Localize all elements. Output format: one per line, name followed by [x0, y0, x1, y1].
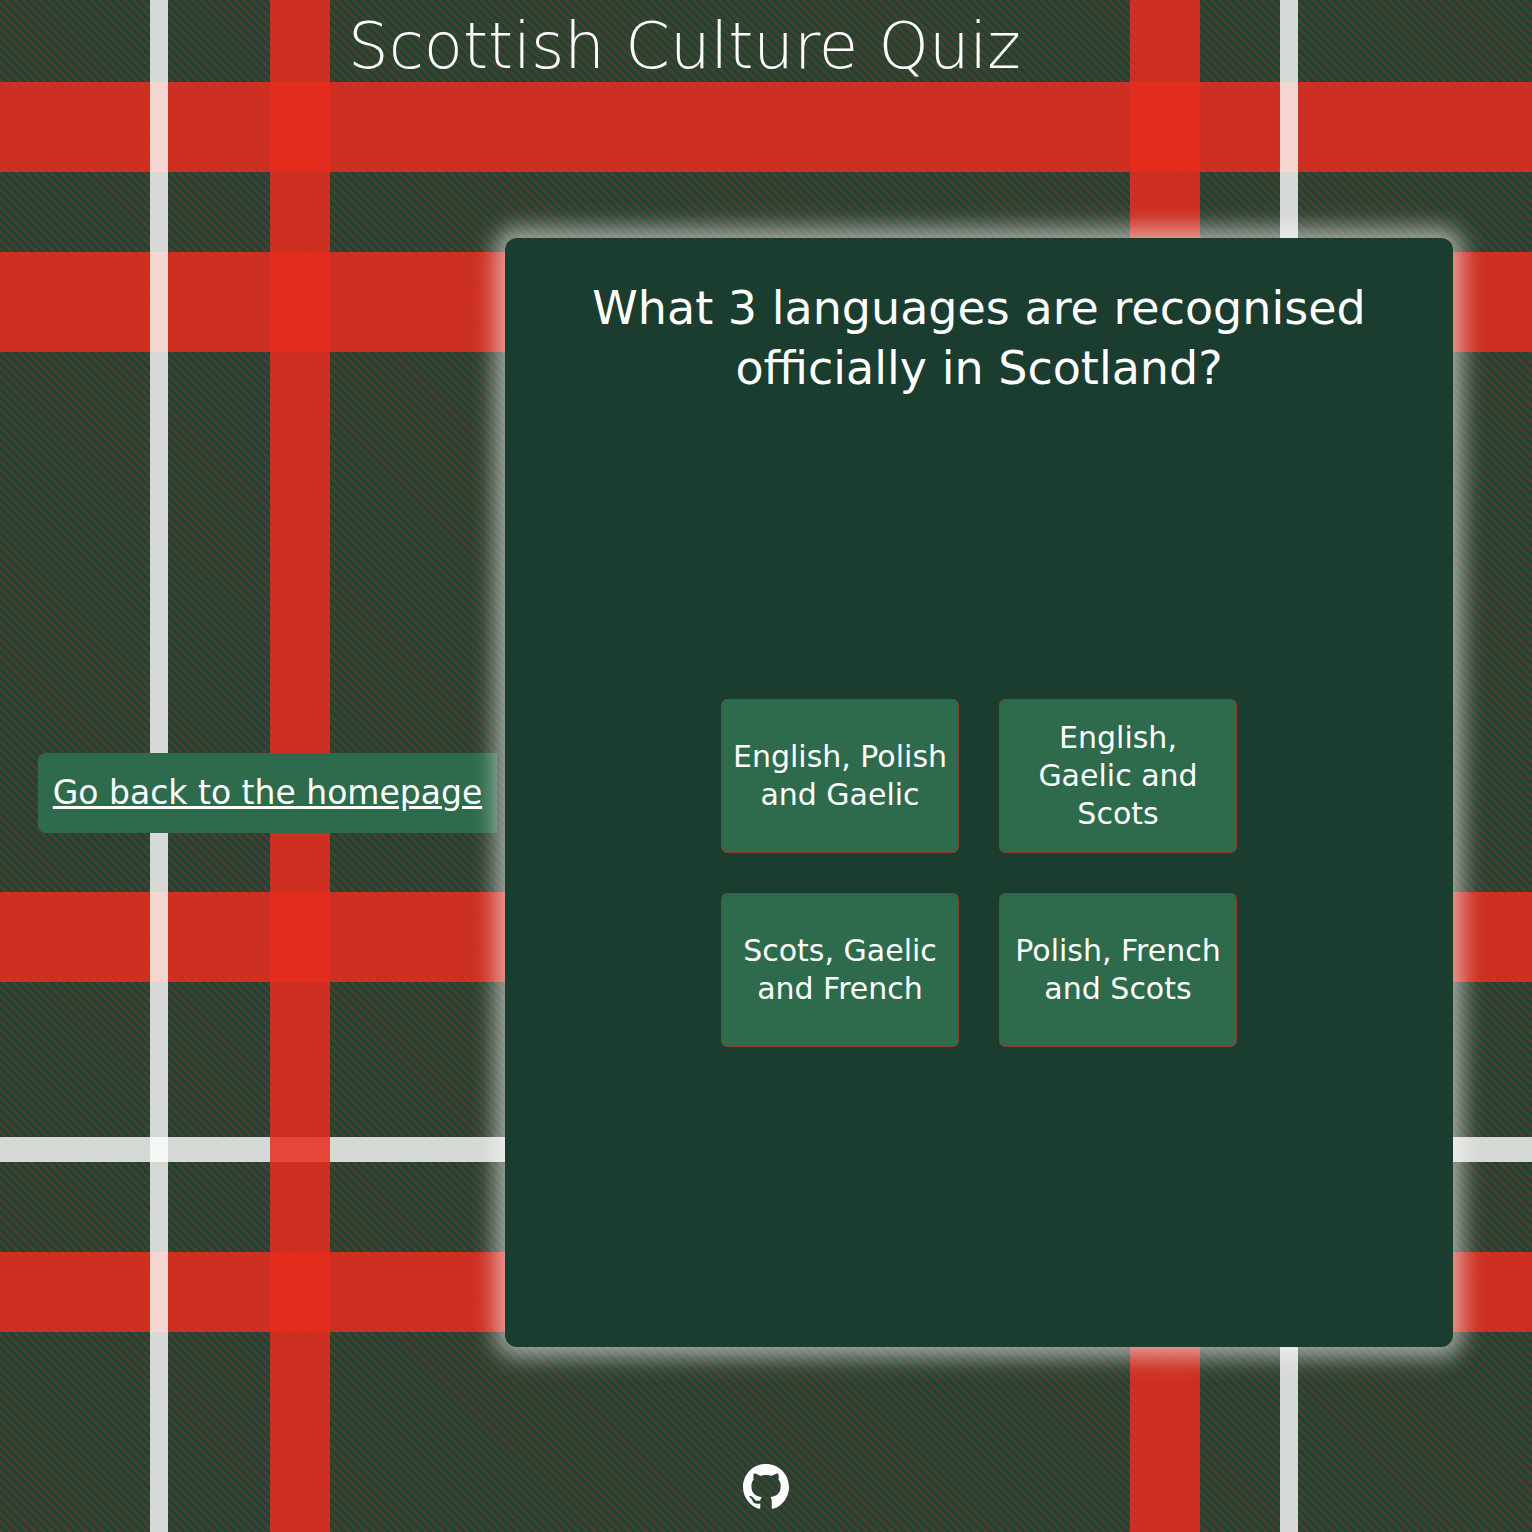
answer-button[interactable]: Scots, Gaelic and French — [721, 893, 959, 1047]
answer-grid: English, Polish and Gaelic English, Gaeli… — [721, 699, 1237, 1047]
answer-button[interactable]: English, Polish and Gaelic — [721, 699, 959, 853]
answer-button[interactable]: Polish, French and Scots — [999, 893, 1237, 1047]
answers-area: English, Polish and Gaelic English, Gaeli… — [565, 398, 1393, 1307]
quiz-page: Scottish Culture Quiz Go back to the home… — [0, 0, 1532, 1532]
question-text: What 3 languages are recognised official… — [565, 278, 1393, 398]
main-area: Go back to the homepage What 3 languages … — [0, 238, 1532, 1347]
page-footer — [0, 1464, 1532, 1532]
quiz-panel: What 3 languages are recognised official… — [505, 238, 1453, 1347]
back-home-link[interactable]: Go back to the homepage — [38, 753, 497, 833]
page-title: Scottish Culture Quiz — [348, 0, 1532, 85]
answer-button[interactable]: English, Gaelic and Scots — [999, 699, 1237, 853]
github-icon[interactable] — [743, 1464, 789, 1510]
side-column: Go back to the homepage — [0, 753, 505, 833]
page-header: Scottish Culture Quiz — [0, 0, 1532, 100]
